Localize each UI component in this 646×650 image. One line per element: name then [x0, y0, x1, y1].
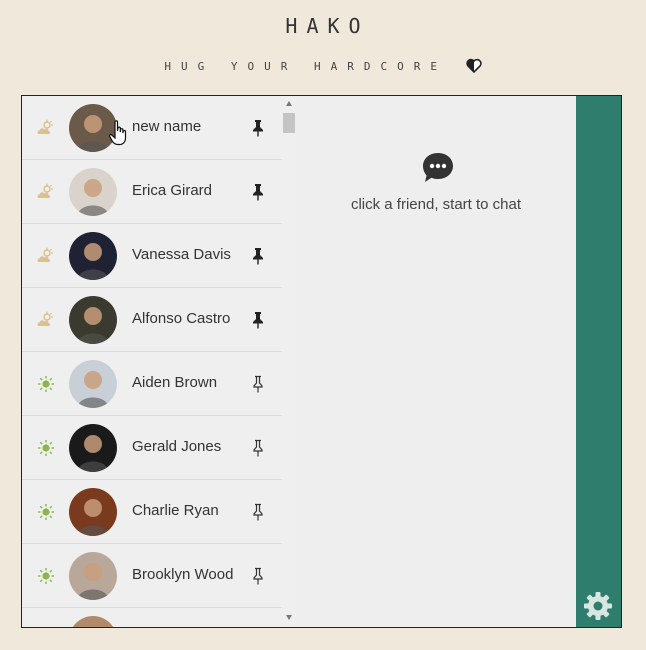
pin-filled-icon[interactable]	[250, 119, 266, 137]
chat-empty-hint: click a friend, start to chat	[350, 196, 522, 213]
sun-icon	[36, 438, 56, 458]
cloud-sun-icon	[36, 310, 56, 330]
friend-row[interactable]: new name	[22, 96, 282, 160]
friend-list[interactable]: new name Erica Girard Vanessa Davis Alfonso…	[22, 96, 282, 627]
cloud-sun-icon	[36, 246, 56, 266]
chat-bubble-icon	[423, 153, 453, 182]
chat-area: click a friend, start to chat	[296, 96, 576, 627]
friend-name: Alfonso Castro	[132, 310, 231, 327]
friend-name: Erica Girard	[132, 182, 213, 199]
pin-outline-icon[interactable]	[250, 439, 266, 457]
app-title: HAKO	[285, 14, 370, 38]
friend-row[interactable]: Brooklyn Wood	[22, 544, 282, 608]
pin-filled-icon[interactable]	[250, 247, 266, 265]
avatar[interactable]	[69, 296, 117, 344]
scroll-up-arrow-icon[interactable]	[286, 101, 292, 106]
heart-icon	[465, 58, 482, 76]
friend-row[interactable]	[22, 608, 282, 627]
cloud-sun-icon	[36, 182, 56, 202]
pin-outline-icon[interactable]	[250, 375, 266, 393]
app-window: new name Erica Girard Vanessa Davis Alfonso…	[21, 95, 622, 628]
sun-icon	[36, 374, 56, 394]
scroll-down-arrow-icon[interactable]	[286, 615, 292, 620]
cloud-sun-icon	[36, 118, 56, 138]
friend-name: Aiden Brown	[132, 374, 218, 391]
avatar[interactable]	[69, 488, 117, 536]
friend-row[interactable]: Vanessa Davis	[22, 224, 282, 288]
avatar[interactable]	[69, 168, 117, 216]
friend-row[interactable]: Charlie Ryan	[22, 480, 282, 544]
settings-sidebar	[576, 96, 621, 627]
gear-icon[interactable]	[582, 590, 614, 622]
pin-outline-icon[interactable]	[250, 503, 266, 521]
avatar[interactable]	[69, 552, 117, 600]
friend-row[interactable]: Aiden Brown	[22, 352, 282, 416]
friend-name: Charlie Ryan	[132, 502, 219, 519]
pin-filled-icon[interactable]	[250, 311, 266, 329]
avatar[interactable]	[69, 424, 117, 472]
friend-row[interactable]: Gerald Jones	[22, 416, 282, 480]
tagline-text: HUG YOUR HARDCORE	[164, 60, 447, 73]
sun-icon	[36, 566, 56, 586]
friend-name: new name	[132, 118, 202, 135]
friend-name: Gerald Jones	[132, 438, 222, 455]
avatar[interactable]	[69, 232, 117, 280]
friend-list-scrollbar[interactable]	[282, 96, 296, 627]
hand-cursor-icon	[109, 120, 127, 146]
friend-name: Brooklyn Wood	[132, 566, 234, 583]
friend-row[interactable]: Erica Girard	[22, 160, 282, 224]
pin-filled-icon[interactable]	[250, 183, 266, 201]
app-tagline: HUG YOUR HARDCORE	[0, 58, 646, 76]
sun-icon	[36, 502, 56, 522]
scroll-thumb[interactable]	[283, 113, 295, 133]
avatar[interactable]	[69, 360, 117, 408]
pin-outline-icon[interactable]	[250, 567, 266, 585]
friend-name: Vanessa Davis	[132, 246, 231, 263]
avatar[interactable]	[69, 616, 117, 627]
friend-row[interactable]: Alfonso Castro	[22, 288, 282, 352]
